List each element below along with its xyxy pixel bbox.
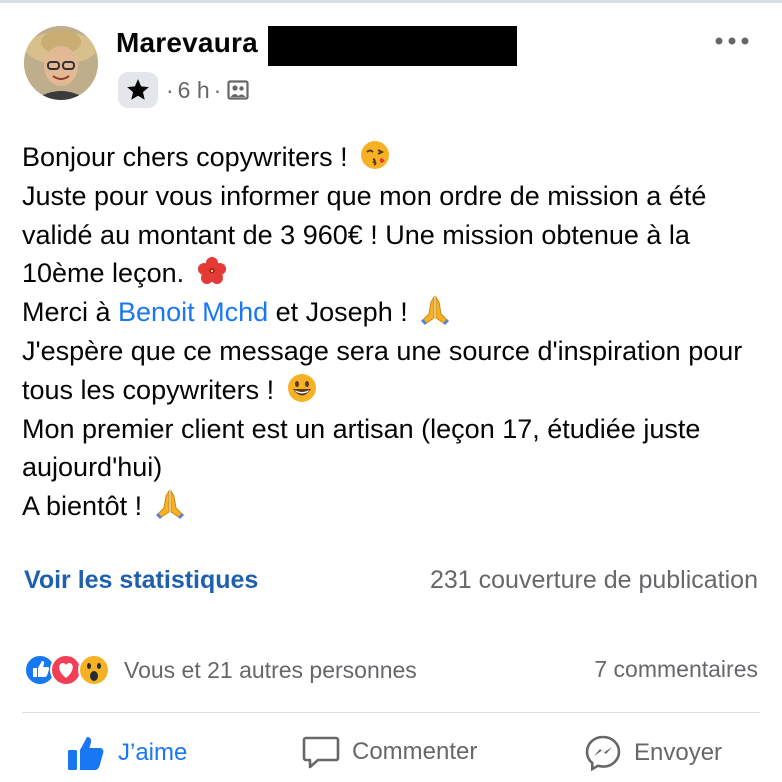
post-text: J'espère que ce message sera une source … (22, 335, 743, 405)
mention-link[interactable]: Benoit Mchd (118, 297, 268, 327)
post-line: Mon premier client est un artisan (leçon… (22, 410, 762, 488)
hibiscus-emoji (196, 255, 228, 287)
post-line: J'espère que ce message sera une source … (22, 332, 762, 410)
smile-emoji (286, 372, 318, 404)
comments-count[interactable]: 7 commentaires (594, 656, 758, 683)
reactions-summary[interactable]: Vous et 21 autres personnes (24, 652, 417, 688)
post-actions-bar: J’aime Commenter Envoyer (0, 722, 782, 782)
reactions-text: Vous et 21 autres personnes (124, 656, 417, 683)
post-meta: · 6 h · (118, 70, 249, 110)
messenger-icon (585, 735, 621, 772)
post-line: Juste pour vous informer que mon ordre d… (22, 177, 762, 293)
post-text: Mon premier client est un artisan (leçon… (22, 413, 701, 483)
comment-label: Commenter (352, 738, 478, 765)
view-statistics-link[interactable]: Voir les statistiques (24, 566, 258, 595)
praying-hands-emoji (419, 294, 451, 326)
reaction-icons (24, 652, 120, 688)
group-privacy-icon (227, 80, 249, 100)
actions-divider (22, 712, 760, 713)
post-text: Merci à (22, 297, 119, 328)
meta-separator: · (213, 76, 222, 103)
like-button[interactable]: J’aime (66, 734, 187, 772)
redacted-name-block (268, 26, 517, 66)
post-text: et Joseph ! (268, 297, 416, 328)
avatar-photo (24, 26, 98, 100)
post-time[interactable]: 6 h (178, 77, 210, 104)
top-divider (0, 0, 782, 3)
avatar[interactable] (24, 26, 98, 100)
like-label: J’aime (118, 739, 188, 766)
wow-reaction-icon (78, 654, 110, 686)
praying-hands-emoji (154, 488, 186, 520)
thumbs-up-icon (68, 737, 104, 770)
kiss-emoji (359, 139, 391, 171)
post-body: Bonjour chers copywriters ! Juste pour v… (22, 138, 762, 526)
send-label: Envoyer (634, 739, 723, 766)
more-options-icon[interactable] (714, 34, 750, 48)
meta-separator: · (166, 76, 174, 103)
post-line: Bonjour chers copywriters ! (22, 138, 762, 177)
author-name[interactable]: Marevaura (116, 27, 258, 59)
post-reach: 231 couverture de publication (429, 566, 758, 594)
post-line: A bientôt ! (22, 487, 762, 526)
comment-icon (302, 736, 340, 769)
star-icon (127, 79, 149, 100)
top-contributor-badge[interactable] (118, 72, 158, 108)
comment-button[interactable]: Commenter (302, 734, 477, 770)
post-text: Bonjour chers copywriters ! (22, 142, 356, 172)
post-text: A bientôt ! (22, 491, 150, 522)
send-button[interactable]: Envoyer (584, 734, 722, 772)
post-text: Juste pour vous informer que mon ordre d… (22, 180, 707, 289)
post-line: Merci à Benoit Mchd et Joseph ! (22, 293, 762, 332)
